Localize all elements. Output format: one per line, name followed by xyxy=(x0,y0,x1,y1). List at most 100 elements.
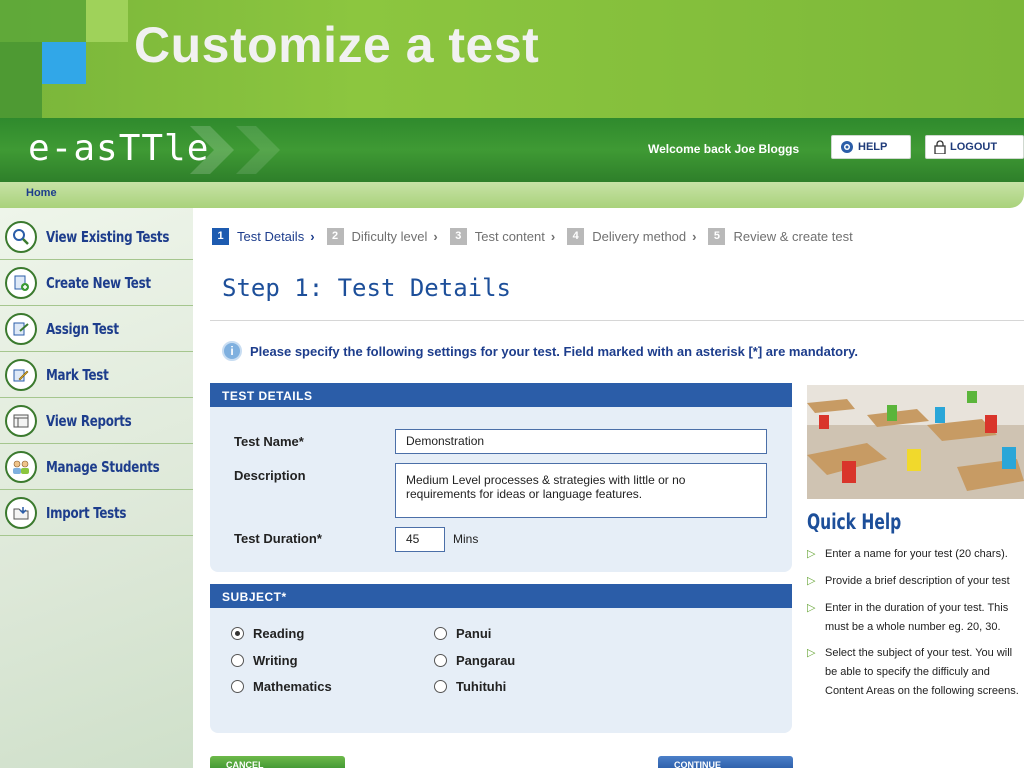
sidebar-item-label: Assign Test xyxy=(46,319,119,338)
report-icon xyxy=(5,404,37,437)
radio-label: Writing xyxy=(253,653,298,668)
sidebar-item-import-tests[interactable]: Import Tests xyxy=(0,490,193,536)
help-tip: ▷ Enter in the duration of your test. Thi… xyxy=(807,599,1024,637)
help-tip-text: Enter a name for your test (20 chars). xyxy=(825,548,1008,560)
chevron-decor-icon xyxy=(190,126,234,174)
chevron-decor-icon xyxy=(236,126,280,174)
test-details-panel: TEST DETAILS Test Name* Demonstration De… xyxy=(210,383,792,572)
panel-heading: TEST DETAILS xyxy=(210,383,792,407)
test-name-input[interactable]: Demonstration xyxy=(395,429,767,454)
help-label: HELP xyxy=(858,141,888,153)
subject-radio-panui[interactable]: Panui xyxy=(434,626,491,641)
step-number: 3 xyxy=(449,227,467,245)
sidebar-item-view-reports[interactable]: View Reports xyxy=(0,398,193,444)
students-icon xyxy=(5,450,37,483)
welcome-text: Welcome back Joe Bloggs xyxy=(648,142,800,156)
radio-icon xyxy=(231,654,244,667)
radio-label: Pangarau xyxy=(456,653,516,668)
logout-button[interactable]: LOGOUT xyxy=(925,135,1024,159)
sidebar-item-assign-test[interactable]: Assign Test xyxy=(0,306,193,352)
step-number: 1 xyxy=(212,227,229,245)
slide-title: Customize a test xyxy=(134,17,540,73)
app-logo[interactable]: e-asTTle xyxy=(28,128,209,169)
arrow-right-icon: ▷ xyxy=(807,575,816,587)
sidebar-item-mark-test[interactable]: Mark Test xyxy=(0,352,193,398)
arrow-right-icon: ▷ xyxy=(807,602,816,614)
continue-button[interactable]: CONTINUE xyxy=(658,756,793,768)
logout-label: LOGOUT xyxy=(950,141,998,153)
radio-icon xyxy=(231,680,244,693)
breadcrumb-home[interactable]: Home xyxy=(26,187,57,199)
step-number: 5 xyxy=(708,227,726,245)
radio-icon xyxy=(434,680,447,693)
step-review-create[interactable]: 5 Review & create test xyxy=(708,227,853,245)
chevron-right-icon: › xyxy=(433,228,438,244)
step-progress: 1 Test Details › 2 Dificulty level › 3 T… xyxy=(212,226,865,246)
step-label: Delivery method xyxy=(592,228,687,244)
subject-radio-writing[interactable]: Writing xyxy=(231,653,298,668)
notice-text: Please specify the following settings fo… xyxy=(250,343,859,359)
sidebar-item-manage-students[interactable]: Manage Students xyxy=(0,444,193,490)
breadcrumb: Home xyxy=(0,182,1024,208)
page-title: Step 1: Test Details xyxy=(222,274,511,302)
cancel-button[interactable]: CANCEL xyxy=(210,756,345,768)
help-tip-text: Select the subject of your test. You wil… xyxy=(825,647,1019,697)
subject-radio-reading[interactable]: Reading xyxy=(231,626,304,641)
sidebar-item-view-existing-tests[interactable]: View Existing Tests xyxy=(0,214,193,260)
test-name-label: Test Name* xyxy=(234,434,304,449)
sidebar-item-label: Manage Students xyxy=(46,457,160,476)
arrow-right-icon: ▷ xyxy=(807,647,816,659)
divider xyxy=(210,320,1024,321)
chevron-right-icon: › xyxy=(550,228,556,244)
decor-square xyxy=(86,0,128,42)
add-test-icon xyxy=(5,266,37,299)
app-header: e-asTTle Welcome back Joe Bloggs HELP LO… xyxy=(0,118,1024,182)
step-test-content[interactable]: 3 Test content › xyxy=(449,227,556,245)
subject-radio-tuhituhi[interactable]: Tuhituhi xyxy=(434,679,506,694)
import-icon xyxy=(5,496,37,529)
step-delivery-method[interactable]: 4 Delivery method › xyxy=(567,227,697,245)
radio-icon xyxy=(434,654,447,667)
test-duration-input[interactable]: 45 xyxy=(395,527,445,552)
info-icon: i xyxy=(222,341,242,361)
chevron-right-icon: › xyxy=(310,228,315,244)
help-icon xyxy=(841,141,853,153)
sidebar-item-create-new-test[interactable]: Create New Test xyxy=(0,260,193,306)
help-tip: ▷ Enter a name for your test (20 chars). xyxy=(807,545,1024,564)
step-label: Dificulty level xyxy=(351,228,428,244)
help-tip: ▷ Select the subject of your test. You wi… xyxy=(807,644,1024,701)
decor-square xyxy=(42,42,86,84)
classroom-image xyxy=(807,385,1024,499)
step-number: 4 xyxy=(567,227,585,245)
radio-label: Mathematics xyxy=(253,679,332,694)
step-difficulty-level[interactable]: 2 Dificulty level › xyxy=(326,227,438,245)
radio-label: Reading xyxy=(253,626,305,641)
duration-unit: Mins xyxy=(453,532,479,546)
sidebar-item-label: Mark Test xyxy=(46,365,109,384)
decor-square xyxy=(0,42,42,118)
radio-label: Panui xyxy=(456,626,492,641)
help-tip-text: Enter in the duration of your test. This… xyxy=(825,602,1009,633)
test-duration-label: Test Duration* xyxy=(234,531,322,546)
panel-heading: SUBJECT* xyxy=(210,584,792,608)
mandatory-notice: i Please specify the following settings … xyxy=(222,341,858,361)
step-test-details[interactable]: 1 Test Details › xyxy=(212,227,315,245)
sidebar-item-label: View Existing Tests xyxy=(46,227,170,246)
chevron-right-icon: › xyxy=(692,228,697,244)
help-tip-text: Provide a brief description of your test xyxy=(825,575,1010,587)
step-number: 2 xyxy=(326,227,344,245)
help-button[interactable]: HELP xyxy=(831,135,911,159)
sidebar-item-label: Create New Test xyxy=(46,273,151,292)
pencil-icon xyxy=(5,358,37,391)
subject-radio-mathematics[interactable]: Mathematics xyxy=(231,679,332,694)
radio-icon xyxy=(434,627,447,640)
subject-radio-pangarau[interactable]: Pangarau xyxy=(434,653,515,668)
slide-header: Customize a test xyxy=(0,0,1024,118)
sidebar: View Existing Tests Create New Test Assi… xyxy=(0,208,193,768)
quick-help-title: Quick Help xyxy=(807,510,902,534)
description-textarea[interactable]: Medium Level processes & strategies with… xyxy=(395,463,767,518)
step-label: Test content xyxy=(474,228,545,244)
radio-label: Tuhituhi xyxy=(456,679,507,694)
sidebar-item-label: Import Tests xyxy=(46,503,127,522)
subject-panel: SUBJECT* Reading Writing Mathematics Pan… xyxy=(210,584,792,733)
